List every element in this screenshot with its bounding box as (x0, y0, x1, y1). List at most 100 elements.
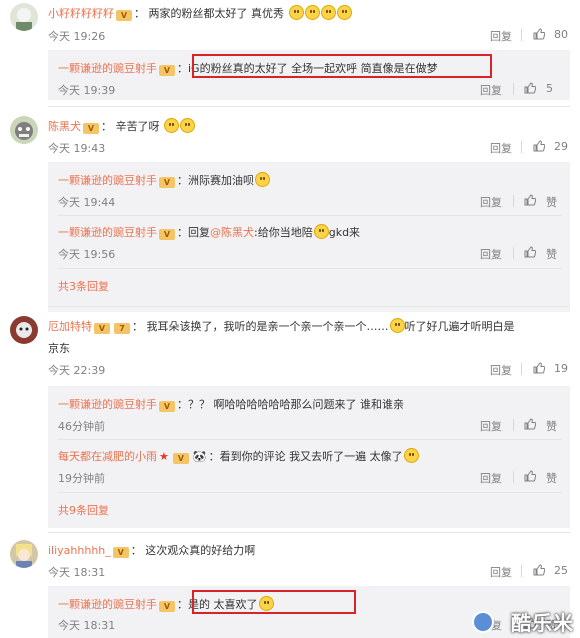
like-icon[interactable] (533, 28, 545, 40)
like-icon[interactable] (533, 140, 545, 152)
username[interactable]: 一颗谦逊的豌豆射手 (58, 398, 157, 411)
timestamp: 今天 19:43 (48, 142, 106, 155)
panda-badge-icon: 🐼 (192, 450, 207, 463)
like-icon[interactable] (524, 82, 536, 94)
reply-text: :给你当地陪 (254, 226, 313, 239)
username[interactable]: 一颗谦逊的豌豆射手 (58, 174, 157, 187)
timestamp: 今天 22:39 (48, 364, 106, 377)
username[interactable]: 一颗谦逊的豌豆射手 (58, 226, 157, 239)
like-count: 19 (554, 362, 568, 375)
vip-badge-icon: V (116, 10, 132, 21)
like-icon[interactable] (524, 246, 536, 258)
star-badge-icon: ★ (159, 450, 169, 463)
crying-emoji-icon (288, 5, 304, 20)
reply-button[interactable]: 回复 (480, 194, 502, 210)
timestamp: 今天 19:39 (58, 84, 116, 97)
reply-button[interactable]: 回复 (480, 418, 502, 434)
crying-emoji-icon (336, 5, 352, 20)
crying-emoji-icon (304, 5, 320, 20)
reply-body: 每天都在减肥的小雨 ★ V 🐼 ：看到你的评论 我又去听了一遍 太像了 (58, 448, 419, 464)
like-icon[interactable] (533, 362, 545, 374)
vip-badge-icon: V (94, 323, 110, 334)
comment-body: 厄加特特 V 7： 我耳朵该换了，我听的是亲一个亲一个亲一个…… 听了好几遍才听明白是 (48, 318, 515, 334)
timestamp: 19分钟前 (58, 472, 105, 485)
like-count: 赞 (546, 248, 557, 261)
divider (513, 195, 514, 207)
vip-badge-icon: V (112, 547, 129, 558)
username[interactable]: 一颗谦逊的豌豆射手 (58, 598, 157, 611)
avatar[interactable] (10, 540, 38, 568)
like-count: 80 (554, 28, 568, 41)
crying-emoji-icon (320, 5, 336, 20)
divider (58, 439, 562, 440)
smile-emoji-icon (180, 118, 195, 133)
divider (521, 29, 522, 41)
reply-button[interactable]: 回复 (490, 28, 512, 44)
timestamp: 今天 19:26 (48, 30, 106, 43)
reply-prefix: 回复 (188, 226, 210, 239)
highlight-box (192, 54, 492, 78)
divider (58, 268, 562, 269)
mention-link[interactable]: @陈黑犬 (210, 226, 254, 239)
vip-badge-icon: V (159, 177, 175, 188)
watermark-logo-icon (472, 611, 494, 633)
comment-text-cont: 听了好几遍才听明白是 (404, 320, 515, 333)
username[interactable]: 小籽籽籽籽籽 (48, 7, 114, 20)
watermark: 酷乐米 (511, 611, 574, 635)
like-icon[interactable] (524, 194, 536, 206)
reply-body: 一颗谦逊的豌豆射手 V：？？ 啊哈哈哈哈哈哈那么问题来了 谁和谁亲 (58, 398, 404, 412)
timestamp: 今天 19:44 (58, 196, 116, 209)
comment-text-wrap: 京东 (48, 342, 70, 355)
reply-button[interactable]: 回复 (490, 140, 512, 156)
highlight-box (192, 590, 356, 614)
reply-text: 洲际赛加油呗 (188, 174, 254, 187)
like-count: 赞 (546, 196, 557, 209)
divider (521, 363, 522, 375)
glasses-emoji-icon (255, 172, 270, 187)
avatar[interactable] (10, 316, 38, 344)
comment-text: 辛苦了呀 (115, 120, 160, 133)
comment-body: iliyahhhhh_ V： 这次观众真的好给力啊 (48, 544, 256, 558)
reply-body: 一颗谦逊的豌豆射手 V ：回复@陈黑犬:给你当地陪 gkd来 (58, 224, 361, 240)
reply-button[interactable]: 回复 (490, 362, 512, 378)
laugh-cry-emoji-icon (403, 448, 419, 463)
vip-badge-icon: V (83, 123, 99, 134)
username[interactable]: iliyahhhhh_ (48, 544, 111, 557)
reply-text-suffix: gkd来 (328, 226, 361, 239)
username[interactable]: 每天都在减肥的小雨 (58, 450, 157, 463)
like-icon[interactable] (533, 564, 545, 576)
avatar[interactable] (10, 3, 38, 31)
reply-button[interactable]: 回复 (480, 246, 502, 262)
laugh-cry-emoji-icon (389, 318, 405, 333)
username[interactable]: 一颗谦逊的豌豆射手 (58, 62, 157, 75)
avatar[interactable] (10, 116, 38, 144)
comment-body: 小籽籽籽籽籽 V： 两家的粉丝都太好了 真优秀 (48, 5, 352, 21)
divider (48, 532, 570, 533)
like-count: 25 (554, 564, 568, 577)
reply-button[interactable]: 回复 (480, 82, 502, 98)
reply-text: ？？ 啊哈哈哈哈哈哈那么问题来了 谁和谁亲 (188, 398, 404, 411)
more-replies-link[interactable]: 共3条回复 (58, 278, 109, 294)
divider (513, 471, 514, 483)
divider (521, 565, 522, 577)
divider (513, 83, 514, 95)
comment-text: 这次观众真的好给力啊 (145, 544, 256, 557)
reply-button[interactable]: 回复 (490, 564, 512, 580)
divider (513, 247, 514, 259)
like-icon[interactable] (524, 418, 536, 430)
username[interactable]: 陈黑犬 (48, 120, 81, 133)
like-icon[interactable] (524, 470, 536, 482)
vip-badge-icon: V (159, 65, 175, 76)
reply-button[interactable]: 回复 (480, 470, 502, 486)
more-replies-link[interactable]: 共9条回复 (58, 502, 109, 518)
like-count: 5 (546, 82, 553, 95)
tears-emoji-icon (313, 224, 329, 239)
divider (513, 419, 514, 431)
like-count: 29 (554, 140, 568, 153)
comment-body: 陈黑犬 V： 辛苦了呀 (48, 118, 195, 134)
username[interactable]: 厄加特特 (48, 320, 92, 333)
smile-emoji-icon (164, 118, 179, 133)
comment-text: 两家的粉丝都太好了 真优秀 (148, 7, 285, 20)
timestamp: 46分钟前 (58, 420, 105, 433)
vip-badge-icon: V (159, 229, 175, 240)
